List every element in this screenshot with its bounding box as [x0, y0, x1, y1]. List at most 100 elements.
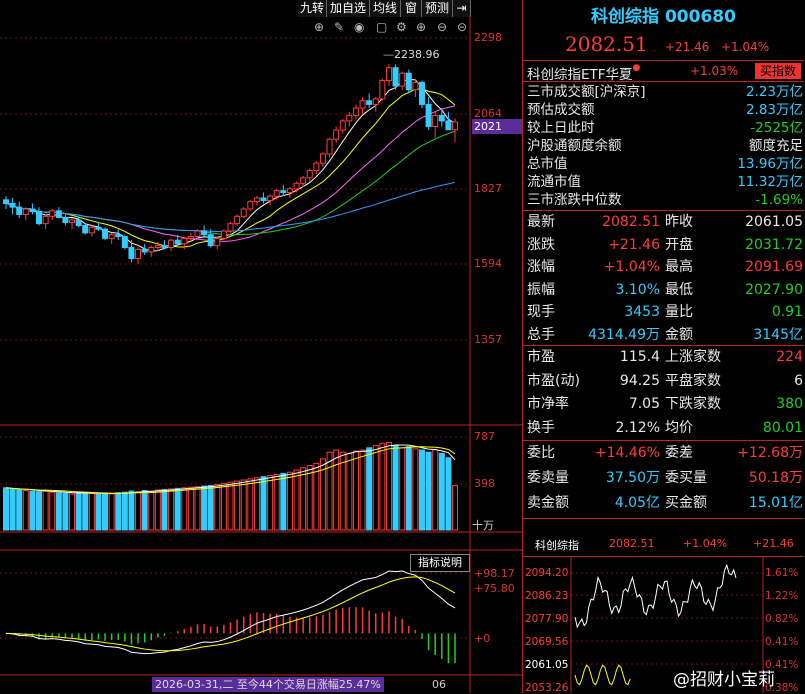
- candle-body: [432, 114, 439, 127]
- volume-bar: [273, 473, 280, 531]
- mini-index-name: 科创综指: [535, 539, 579, 552]
- lock-icon[interactable]: ▢: [376, 20, 387, 34]
- volume-bar: [128, 490, 135, 531]
- candle-body: [49, 210, 56, 217]
- field-label: 现手: [527, 304, 555, 320]
- price-axis-label: 2298: [474, 31, 502, 44]
- field-label: 涨跌: [527, 236, 555, 253]
- date-tick-label: 06: [432, 678, 446, 691]
- candle-body: [115, 234, 122, 238]
- field-value: 380: [776, 396, 803, 412]
- stat-row: 三市成交额[沪深京] 2.23万亿: [527, 83, 803, 101]
- candle-body: [194, 230, 201, 238]
- field-value: 50.18万: [748, 470, 803, 486]
- price-axis-label: 1357: [474, 333, 502, 346]
- stat-label: 预估成交额: [527, 102, 595, 118]
- field-label: 市盈: [527, 349, 555, 365]
- volume-bar: [62, 492, 69, 531]
- volume-bar: [69, 493, 76, 531]
- candle-body: [42, 215, 49, 225]
- draw-icon[interactable]: ✎: [334, 20, 344, 34]
- zoom-in-icon[interactable]: ⊕: [416, 20, 426, 34]
- candle-body: [267, 195, 274, 202]
- field-label: 委比: [527, 445, 555, 461]
- candle-body: [392, 67, 399, 87]
- candle-body: [425, 103, 432, 127]
- candle-body: [260, 197, 267, 202]
- volume-bar: [432, 449, 439, 531]
- mini-axis-label: 1.61%: [765, 567, 799, 579]
- volume-bar: [88, 492, 95, 531]
- candle-body: [141, 248, 148, 253]
- etf-name[interactable]: 科创综指ETF华夏●: [527, 63, 640, 83]
- candle-body: [379, 80, 386, 100]
- stat-row: 沪股通额度余额 额度充足: [527, 137, 803, 155]
- volume-bar: [148, 490, 155, 531]
- crosshair-icon[interactable]: ⊕: [314, 20, 324, 34]
- indicator-help-button[interactable]: 指标说明: [410, 554, 470, 572]
- candle-body: [326, 138, 333, 155]
- candle-body: [240, 208, 247, 217]
- field-value: 2091.69: [745, 259, 803, 275]
- candle-body: [88, 226, 95, 234]
- field-label: 委差: [665, 445, 693, 461]
- settings-icon[interactable]: ⚙: [396, 20, 407, 34]
- add-watchlist-button[interactable]: 加自选: [327, 0, 370, 17]
- eye-icon[interactable]: ◉: [354, 20, 364, 34]
- macd-axis-label: +98.17: [474, 567, 515, 580]
- volume-bar: [240, 479, 247, 531]
- candle-body: [293, 182, 300, 190]
- kline-chart-panel[interactable]: 九转 加自选 均线 窗 预测 ⇥ ⊕ ✎ ◉ ▢ ⚙ ⊕ ⊖ ⊝ 2298 20…: [0, 0, 522, 693]
- volume-bar: [36, 491, 43, 531]
- candle-body: [168, 239, 175, 249]
- volume-bar: [201, 485, 208, 531]
- jiuzhuan-button[interactable]: 九转: [298, 0, 327, 17]
- candle-body: [148, 247, 155, 253]
- volume-bar: [346, 452, 353, 531]
- volume-bar: [253, 477, 260, 531]
- volume-bar: [313, 462, 320, 531]
- forecast-button[interactable]: 预测: [422, 0, 453, 17]
- macd-line: [5, 576, 456, 652]
- field-label: 委卖量: [527, 470, 569, 486]
- candle-body: [306, 169, 313, 179]
- macd-axis-label: +0: [474, 632, 491, 645]
- volume-bar: [49, 491, 56, 531]
- zoom-out-icon[interactable]: ⊖: [437, 20, 447, 34]
- stat-row: 总市值 13.96万亿: [527, 155, 803, 173]
- field-label: 开盘: [665, 236, 693, 253]
- kline-chart[interactable]: [0, 0, 522, 693]
- volume-bar: [9, 488, 16, 531]
- stat-value: 2.83万亿: [745, 102, 803, 118]
- mini-axis-label: 2086.23: [525, 590, 569, 602]
- volume-bar: [75, 491, 82, 531]
- exit-icon[interactable]: ⇥: [453, 0, 471, 17]
- volume-bar: [306, 465, 313, 531]
- candle-body: [121, 236, 128, 249]
- mini-change: +21.46: [753, 537, 794, 550]
- volume-bar: [352, 450, 359, 531]
- ma-button[interactable]: 均线: [370, 0, 401, 17]
- field-label: 最新: [527, 214, 555, 230]
- volume-bar: [399, 447, 406, 531]
- price-axis-label: 1827: [474, 182, 502, 195]
- volume-bar: [445, 457, 452, 531]
- candle-body: [399, 72, 406, 87]
- minus-icon[interactable]: ⊝: [457, 20, 467, 34]
- volume-bar: [214, 483, 221, 531]
- macd-axis-label: +75.80: [474, 582, 515, 595]
- volume-bar: [187, 486, 194, 531]
- field-label: 市净率: [527, 396, 569, 412]
- buy-index-button[interactable]: 买指数: [755, 63, 801, 79]
- window-button[interactable]: 窗: [401, 0, 422, 17]
- field-value: +12.68万: [737, 445, 803, 461]
- volume-bar: [234, 480, 241, 531]
- volume-bar: [392, 445, 399, 531]
- mini-axis-label: 2053.26: [525, 682, 569, 694]
- volume-bar: [207, 485, 214, 531]
- stat-row: 三市涨跌中位数 -1.69%: [527, 191, 803, 209]
- field-label: 买金额: [665, 495, 707, 511]
- candle-body: [154, 245, 161, 249]
- volume-bar: [293, 469, 300, 531]
- candle-body: [82, 225, 89, 234]
